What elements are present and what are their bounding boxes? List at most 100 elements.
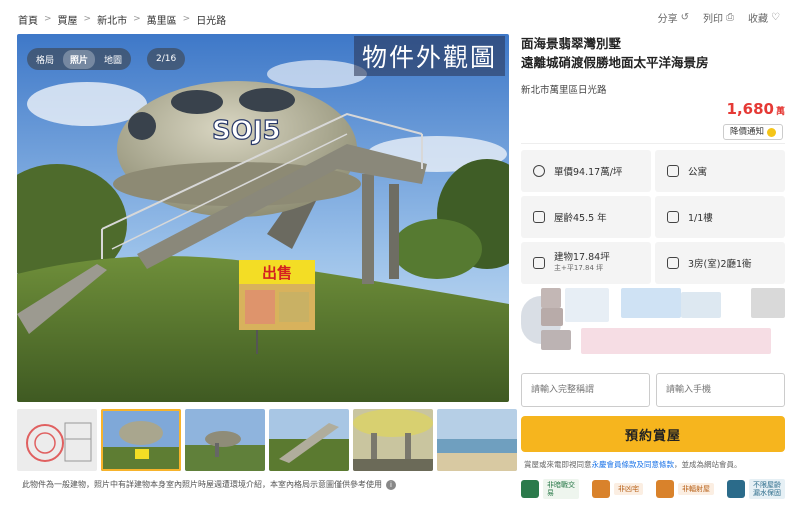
ufo-house-photo: SOJ5 出售 (17, 34, 509, 402)
chevron-right-icon: > (83, 14, 92, 24)
house-check-icon (592, 480, 610, 498)
underside-image (353, 409, 433, 471)
spec-layout: 3房(室)2廳1衛 (655, 242, 785, 284)
sale-sign-text: 出售 (262, 264, 292, 282)
top-actions: 分享 ↺ 列印 ⎙ 收藏 ♡ (658, 10, 780, 25)
listing-summary: 面海景翡翠灣別墅 遠離城硝渡假勝地面太平洋海景房 新北市萬里區日光路 1,680… (521, 34, 785, 140)
exterior-side-image (185, 409, 265, 471)
ocean-view-image (437, 409, 517, 471)
favorite-label: 收藏 (748, 14, 769, 25)
badge-label: 非輻射屋 (678, 483, 714, 495)
share-button[interactable]: 分享 ↺ (658, 10, 689, 25)
contact-form (521, 373, 785, 407)
spec-unit-price-label: 單價94.17萬/坪 (554, 167, 623, 178)
layout-icon (667, 257, 679, 269)
favorite-button[interactable]: 收藏 ♡ (748, 10, 780, 25)
thumbnail-floorplan[interactable] (17, 409, 97, 471)
spec-age: 屋齡45.5 年 (521, 196, 651, 238)
stairs-image (269, 409, 349, 471)
svg-text:SOJ5: SOJ5 (212, 116, 281, 146)
phone-input[interactable] (656, 373, 785, 407)
info-icon[interactable]: i (386, 479, 396, 490)
consent-prefix: 賞屋或來電即視同意 (524, 460, 592, 469)
guarantee-badges: 非暗戰交易 非凶宅 非輻射屋 不限屋齡漏水保固 (521, 479, 785, 499)
chevron-right-icon: > (182, 14, 191, 24)
blur-block (751, 288, 785, 318)
share-label: 分享 (657, 14, 678, 25)
floorplan-image (17, 409, 97, 471)
breadcrumb-district[interactable]: 萬里區 (147, 12, 177, 27)
gallery-mode-switch: 格局 照片 地圖 (27, 48, 132, 70)
tab-photos[interactable]: 照片 (63, 49, 96, 69)
floor-icon (667, 211, 679, 223)
spec-age-label: 屋齡45.5 年 (554, 213, 607, 224)
price-drop-notify-button[interactable]: 降價通知 (722, 124, 783, 140)
print-label: 列印 (703, 14, 724, 25)
agent-card-blurred (521, 288, 785, 364)
listing-title-line2: 遠離城硝渡假勝地面太平洋海景房 (521, 55, 709, 70)
spec-type: 公寓 (655, 150, 785, 192)
name-input[interactable] (521, 373, 650, 407)
breadcrumb-home[interactable]: 首頁 (18, 12, 38, 27)
badge-not-haunted[interactable]: 非凶宅 (592, 479, 643, 499)
photo-caption: 物件外觀圖 (353, 36, 505, 76)
spec-area: 建物17.84坪 主+平17.84 坪 (521, 242, 651, 284)
spec-area-label: 建物17.84坪 (554, 252, 610, 263)
spec-floor-label: 1/1樓 (688, 213, 713, 224)
water-drop-house-icon (727, 480, 745, 498)
bell-icon (767, 127, 776, 137)
divider (521, 143, 785, 144)
consent-suffix: ，並成為網站會員。 (674, 460, 742, 469)
breadcrumb: 首頁 > 買屋 > 新北市 > 萬里區 > 日光路 (18, 10, 226, 28)
building-icon (667, 165, 679, 177)
calendar-icon (533, 211, 545, 223)
thumbnail-exterior-front[interactable] (101, 409, 181, 471)
thumbnail-underside[interactable] (353, 409, 433, 471)
print-button[interactable]: 列印 ⎙ (703, 10, 734, 25)
blur-block (541, 308, 563, 326)
tab-layout[interactable]: 格局 (29, 50, 61, 69)
printer-icon: ⎙ (726, 12, 735, 23)
book-viewing-button[interactable]: 預約賞屋 (521, 416, 785, 452)
chevron-right-icon: > (44, 14, 52, 24)
radiation-house-icon (656, 480, 674, 498)
heart-icon: ♡ (771, 12, 780, 23)
listing-title-line1: 面海景翡翠灣別墅 (521, 36, 622, 51)
breadcrumb-city[interactable]: 新北市 (97, 12, 127, 27)
blur-block (541, 330, 571, 350)
spec-floor: 1/1樓 (655, 196, 785, 238)
spec-grid: 單價94.17萬/坪 公寓 屋齡45.5 年 1/1樓 建物17.84坪 主+平1… (521, 150, 785, 284)
spec-type-label: 公寓 (688, 167, 708, 178)
spec-area-sub: 主+平17.84 坪 (554, 264, 604, 272)
spec-unit-price: 單價94.17萬/坪 (521, 150, 651, 192)
price-value: 1,680 (726, 100, 774, 118)
badge-leak-warranty[interactable]: 不限屋齡漏水保固 (727, 479, 785, 499)
badge-no-hidden-deal[interactable]: 非暗戰交易 (521, 479, 579, 499)
main-photo[interactable]: SOJ5 出售 格局 照片 地圖 2/16 物件外觀圖 (17, 34, 509, 402)
chevron-right-icon: > (133, 14, 141, 24)
area-icon (533, 257, 545, 269)
consent-text: 賞屋或來電即視同意永慶會員條款及同意條款，並成為網站會員。 (524, 459, 742, 470)
disclaimer-text: 此物件為一般建物，照片中有詳建物本身室內照片時屋週遭環境介紹，本室內格局示意圖僅… (22, 480, 382, 489)
thumbnail-stairs[interactable] (269, 409, 349, 471)
badge-label: 非暗戰交易 (543, 479, 579, 499)
breadcrumb-buy[interactable]: 買屋 (58, 12, 78, 27)
thumbnail-exterior-side[interactable] (185, 409, 265, 471)
badge-label: 非凶宅 (614, 483, 643, 495)
spec-layout-label: 3房(室)2廳1衛 (688, 259, 752, 270)
listing-address: 新北市萬里區日光路 (521, 85, 607, 96)
house-shield-icon (521, 480, 539, 498)
blur-block (621, 288, 681, 318)
notify-label: 降價通知 (729, 127, 764, 137)
photo-disclaimer: 此物件為一般建物，照片中有詳建物本身室內照片時屋週遭環境介紹，本室內格局示意圖僅… (22, 479, 396, 490)
terms-link[interactable]: 永慶會員條款及同意條款 (592, 460, 675, 469)
blur-block (541, 288, 561, 308)
photo-counter: 2/16 (147, 48, 186, 70)
thumbnail-strip (17, 409, 517, 471)
thumbnail-ocean-view[interactable] (437, 409, 517, 471)
breadcrumb-road[interactable]: 日光路 (196, 12, 226, 27)
share-icon: ↺ (680, 12, 690, 23)
blur-block (681, 292, 721, 318)
tab-map[interactable]: 地圖 (97, 50, 129, 69)
badge-no-radiation[interactable]: 非輻射屋 (656, 479, 714, 499)
